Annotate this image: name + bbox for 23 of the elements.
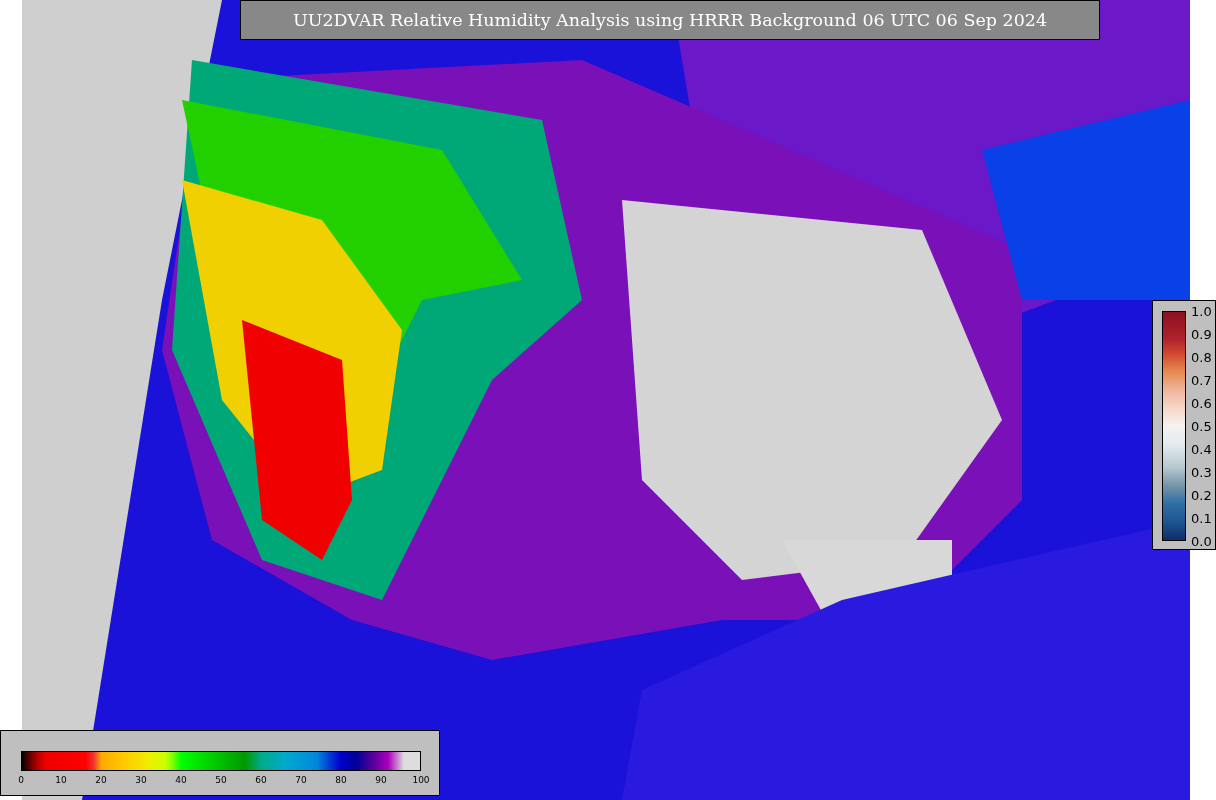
map-title: UU2DVAR Relative Humidity Analysis using HRRR Background 06 UTC 06 Sep 2024 [240, 0, 1100, 40]
colorbar-tick-label: 100 [412, 775, 430, 785]
colorbar-tick-label: 60 [255, 775, 267, 785]
colorbar-tick-label: 0.0 [1191, 533, 1212, 549]
colorbar-tick-label: 80 [335, 775, 347, 785]
colorbar-tick-label: 0.9 [1191, 326, 1212, 342]
colorbar-tick-label: 0 [18, 775, 24, 785]
colorbar-tick-label: 50 [215, 775, 227, 785]
colorbar-tick-label: 0.3 [1191, 464, 1212, 480]
colorbar-tick-label: 0.6 [1191, 395, 1212, 411]
colorbar-tick-label: 0.1 [1191, 510, 1212, 526]
colorbar-tick-label: 40 [175, 775, 187, 785]
colorbar-tick-label: 90 [375, 775, 387, 785]
colorbar-tick-label: 0.7 [1191, 372, 1212, 388]
colorbar-tick-label: 0.4 [1191, 441, 1212, 457]
colorbar-tick-label: 1.0 [1191, 303, 1212, 319]
colorbar-tick-label: 10 [55, 775, 67, 785]
colorbar-tick-label: 0.5 [1191, 418, 1212, 434]
colorbar-tick-label: 0.2 [1191, 487, 1212, 503]
colorbar-tick-label: 30 [135, 775, 147, 785]
colorbar-tick-label: 0.8 [1191, 349, 1212, 365]
colorbar-tick-label: 70 [295, 775, 307, 785]
colorbar-tick-label: 20 [95, 775, 107, 785]
